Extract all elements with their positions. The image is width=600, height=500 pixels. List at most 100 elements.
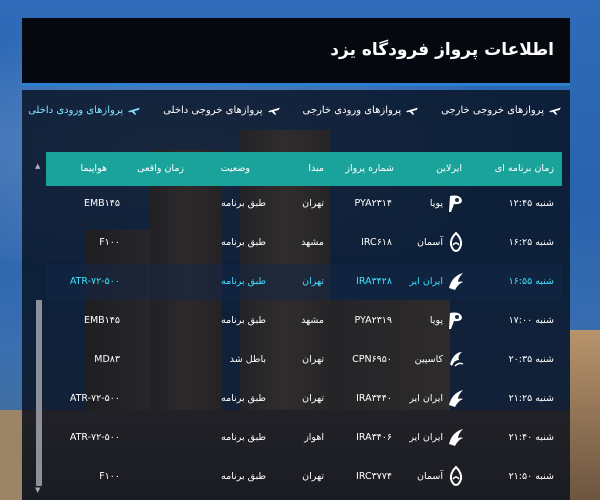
table-row[interactable]: شنبه ۲۱:۴۰ ایران ایر IRA۳۴۰۶ اهواز طبق برنام…: [46, 420, 562, 456]
origin: تهران: [302, 471, 324, 482]
status: طبق برنامه: [221, 315, 266, 326]
aircraft: ATR-۷۲-۵۰۰: [69, 432, 120, 443]
col-status[interactable]: وضعیت: [221, 163, 250, 174]
scheduled-time: شنبه ۲۰:۳۵: [508, 354, 554, 365]
origin: تهران: [302, 393, 324, 404]
tab-2[interactable]: پروازهای ورودی خارجی: [303, 104, 420, 116]
table-row[interactable]: شنبه ۲۰:۳۵ کاسپین CPN۶۹۵۰ تهران باطل شد MD۸۳: [46, 342, 562, 378]
airline-name: ایران ایر: [409, 275, 443, 287]
col-flight-number[interactable]: شماره پرواز: [345, 163, 394, 174]
tab-0[interactable]: پروازهای ورودی داخلی: [28, 104, 141, 116]
header-bar: اطلاعات پرواز فرودگاه یزد: [22, 18, 570, 86]
col-actual-time[interactable]: زمان واقعی: [137, 163, 184, 174]
airline-cell: ایران ایر: [409, 426, 466, 448]
pouya-logo-icon: [449, 195, 462, 212]
flight-number: IRA۳۴۲۸: [356, 276, 392, 287]
pouya-logo-icon: [449, 312, 462, 329]
table-row[interactable]: شنبه ۱۷:۰۰ پویا PYA۲۳۱۹ مشهد طبق برنامه EMB۱۴…: [46, 303, 562, 339]
tab-label: پروازهای خروجی خارجی: [441, 104, 544, 116]
aircraft: ATR-۷۲-۵۰۰: [69, 276, 120, 287]
airplane-icon: [549, 107, 561, 115]
caspian-logo-icon: [450, 352, 464, 367]
scroll-up-icon[interactable]: ▲: [35, 162, 40, 170]
origin: اهواز: [304, 432, 324, 443]
flight-number: IRC۶۱۸: [361, 237, 392, 248]
tab-label: پروازهای ورودی خارجی: [302, 104, 402, 116]
origin: تهران: [302, 276, 324, 287]
airplane-icon: [267, 107, 280, 115]
scheduled-time: شنبه ۱۶:۵۵: [508, 276, 554, 287]
scheduled-time: شنبه ۲۱:۲۵: [508, 393, 554, 404]
tab-label: پروازهای ورودی داخلی: [28, 104, 124, 116]
table-row[interactable]: شنبه ۱۶:۲۵ آسمان IRC۶۱۸ مشهد طبق برنامه F۱۰۰: [46, 225, 562, 261]
airline-cell: آسمان: [417, 231, 466, 253]
col-aircraft[interactable]: هواپیما: [81, 163, 107, 174]
status: طبق برنامه: [221, 432, 266, 443]
tab-label: پروازهای خروجی داخلی: [163, 104, 263, 116]
town-edge: [0, 410, 22, 500]
scheduled-time: شنبه ۱۲:۴۵: [508, 198, 554, 209]
airplane-icon: [128, 107, 141, 115]
aircraft: F۱۰۰: [99, 471, 120, 482]
iranair-logo-icon: [449, 390, 463, 407]
scrollbar[interactable]: ▲ ▼: [34, 162, 44, 494]
airline-name: ایران ایر: [409, 392, 443, 404]
col-origin[interactable]: مبدا: [308, 163, 324, 174]
table-row[interactable]: شنبه ۲۱:۲۵ ایران ایر IRA۳۴۴۰ تهران طبق برنام…: [46, 381, 562, 417]
flight-number: IRA۳۴۰۶: [356, 432, 392, 443]
airline-name: کاسپین: [414, 353, 443, 365]
table-row[interactable]: شنبه ۱۶:۵۵ ایران ایر IRA۳۴۲۸ تهران طبق برنام…: [46, 264, 562, 300]
airline-cell: پویا: [430, 309, 466, 331]
airline-cell: آسمان: [417, 465, 466, 487]
scheduled-time: شنبه ۱۶:۲۵: [508, 237, 554, 248]
origin: تهران: [302, 198, 324, 209]
tab-1[interactable]: پروازهای خروجی داخلی: [163, 104, 280, 116]
iranair-logo-icon: [449, 273, 463, 290]
airline-cell: پویا: [430, 192, 466, 214]
col-airline[interactable]: ایرلاین: [436, 163, 462, 174]
page-title: اطلاعات پرواز فرودگاه یزد: [330, 40, 554, 60]
scroll-down-icon[interactable]: ▼: [35, 486, 40, 494]
table-row[interactable]: شنبه ۱۲:۴۵ پویا PYA۲۳۱۴ تهران طبق برنامه EMB۱…: [46, 186, 562, 222]
scheduled-time: شنبه ۱۷:۰۰: [508, 315, 554, 326]
aircraft: F۱۰۰: [99, 237, 120, 248]
airline-cell: کاسپین: [415, 348, 466, 370]
iranair-logo-icon: [449, 429, 463, 446]
col-scheduled-time[interactable]: زمان برنامه ای: [495, 163, 554, 174]
flight-number: PYA۲۳۱۹: [354, 315, 393, 326]
origin: مشهد: [301, 315, 324, 326]
town-edge: [570, 330, 600, 500]
table-row[interactable]: شنبه ۲۱:۵۰ آسمان IRC۳۷۷۴ تهران طبق برنامه F۱۰…: [46, 459, 562, 495]
tab-3[interactable]: پروازهای خروجی خارجی: [441, 104, 562, 116]
scheduled-time: شنبه ۲۱:۴۰: [508, 432, 554, 443]
flight-tabs: پروازهای ورودی داخلی پروازهای خروجی داخلی…: [28, 104, 562, 116]
flight-number: IRA۳۴۴۰: [356, 393, 392, 404]
aircraft: EMB۱۴۵: [83, 198, 120, 209]
flight-number: IRC۳۷۷۴: [356, 471, 392, 482]
scheduled-time: شنبه ۲۱:۵۰: [508, 471, 554, 482]
flight-info-window: اطلاعات پرواز فرودگاه یزد پروازهای ورودی…: [22, 18, 570, 500]
status: طبق برنامه: [221, 276, 266, 287]
status: طبق برنامه: [221, 198, 266, 209]
status: طبق برنامه: [221, 393, 266, 404]
airline-cell: ایران ایر: [409, 387, 466, 409]
aseman-logo-icon: [449, 231, 463, 253]
aircraft: EMB۱۴۵: [83, 315, 120, 326]
origin: تهران: [302, 354, 324, 365]
origin: مشهد: [301, 237, 324, 248]
airline-name: پویا: [429, 314, 443, 326]
airline-name: آسمان: [417, 470, 443, 482]
flight-number: CPN۶۹۵۰: [352, 354, 392, 365]
aircraft: ATR-۷۲-۵۰۰: [69, 393, 120, 404]
aircraft: MD۸۳: [94, 354, 120, 365]
flight-number: PYA۲۳۱۴: [354, 198, 393, 209]
airline-cell: ایران ایر: [409, 270, 466, 292]
status: طبق برنامه: [221, 471, 266, 482]
status: طبق برنامه: [221, 237, 266, 248]
airline-name: ایران ایر: [409, 431, 443, 443]
aseman-logo-icon: [449, 465, 463, 487]
airplane-icon: [406, 107, 418, 115]
scroll-thumb[interactable]: [36, 300, 42, 486]
airline-name: آسمان: [417, 236, 443, 248]
flight-panel: پروازهای ورودی داخلی پروازهای خروجی داخلی…: [22, 90, 570, 500]
